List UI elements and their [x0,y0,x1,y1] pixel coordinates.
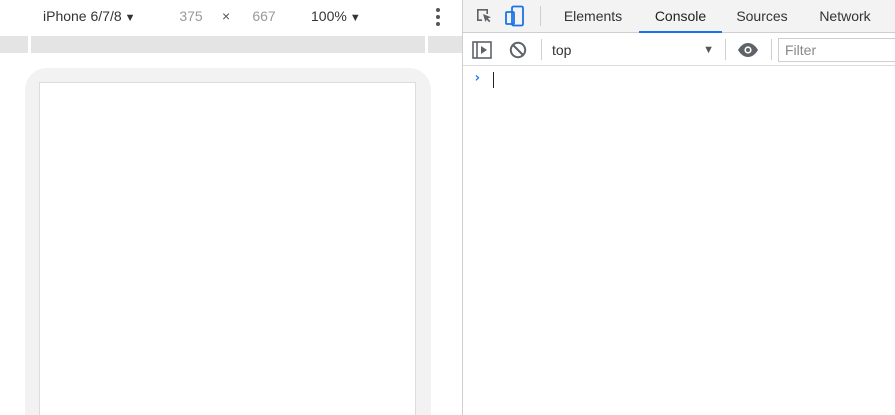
device-viewport[interactable] [39,82,416,415]
execution-context-select[interactable]: top ▼ [552,39,714,61]
tab-network[interactable]: Network [805,0,885,32]
width-input[interactable]: 375 [167,0,215,33]
inspect-element-icon[interactable] [472,5,496,27]
chevron-down-icon: ▼ [703,44,714,56]
device-toolbar: iPhone 6/7/8 ▼ 375 × 667 100% ▼ [0,0,462,33]
tab-console[interactable]: Console [639,0,722,33]
device-select[interactable]: iPhone 6/7/8 ▼ [43,0,136,33]
tab-sources[interactable]: Sources [725,0,799,32]
console-input-cursor[interactable] [493,72,494,88]
clear-console-icon[interactable] [507,39,529,61]
devtools-panel: Elements Console Sources Network top ▼ F… [463,0,895,415]
times-icon: × [222,8,231,24]
height-input[interactable]: 667 [240,0,288,33]
toolbar-divider [541,39,542,60]
ruler-segment[interactable] [31,36,425,53]
console-toolbar: top ▼ [463,33,895,66]
device-toolbar-toggle-icon[interactable] [503,5,527,27]
zoom-select[interactable]: 100% ▼ [311,0,361,33]
toolbar-divider [771,39,772,60]
tab-elements[interactable]: Elements [551,0,635,32]
devtools-tab-bar: Elements Console Sources Network [463,0,895,33]
device-emulation-pane: iPhone 6/7/8 ▼ 375 × 667 100% ▼ [0,0,462,415]
filter-input[interactable] [778,38,895,62]
device-select-label: iPhone 6/7/8 [43,8,122,24]
dot-icon [436,14,440,19]
toolbar-divider [540,6,541,26]
dot-icon [436,7,440,12]
prompt-chevron-icon: › [473,70,482,86]
more-options-button[interactable] [428,0,448,33]
ruler-segment[interactable] [0,36,28,53]
context-select-label: top [552,42,572,58]
ruler-segment[interactable] [428,36,462,53]
zoom-select-label: 100% [311,8,347,24]
sidebar-toggle-icon[interactable] [471,39,493,61]
media-query-ruler [0,34,462,54]
toolbar-divider [725,39,726,60]
eye-icon[interactable] [736,39,760,61]
dot-icon [436,21,440,26]
console-output[interactable]: › [463,67,895,415]
chevron-down-icon: ▼ [349,12,361,24]
chevron-down-icon: ▼ [124,12,136,24]
